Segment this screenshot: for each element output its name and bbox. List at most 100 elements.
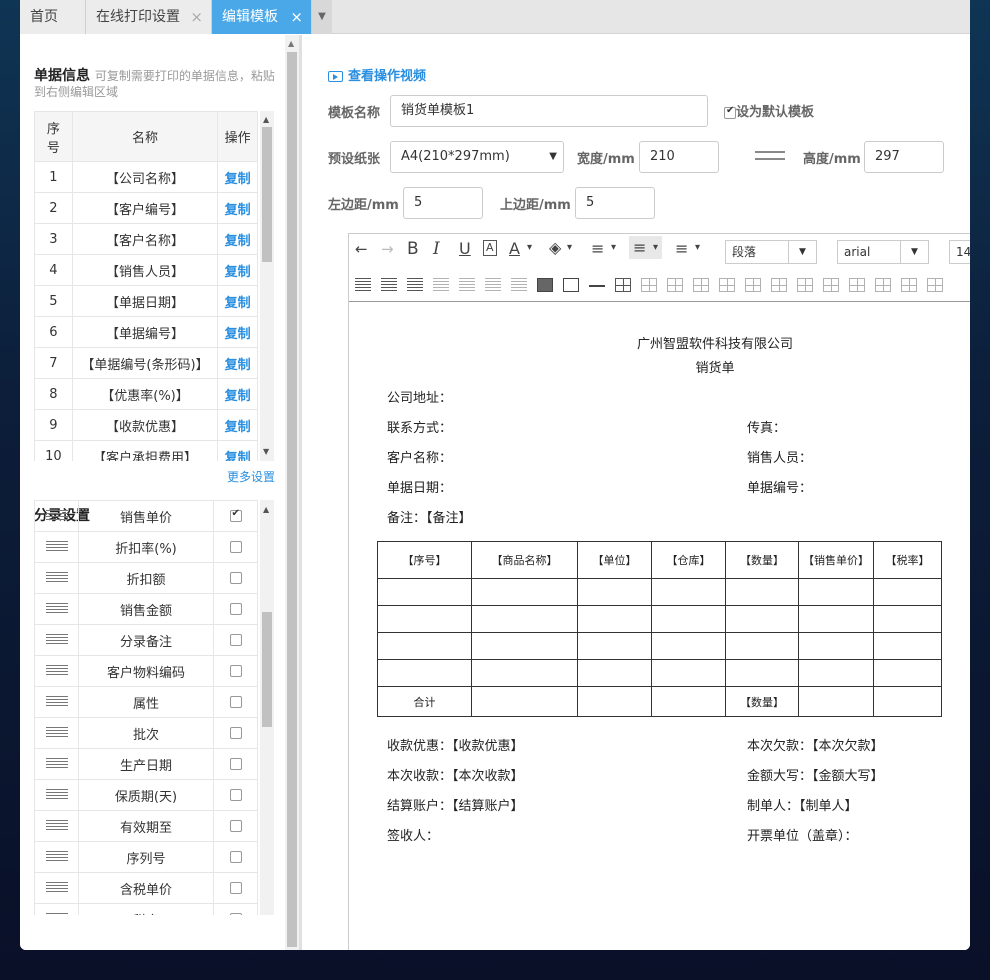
entry-table-scroll-thumb[interactable] [262, 612, 272, 727]
paper-select[interactable]: A4(210*297mm) ▼ [390, 141, 564, 173]
chevron-down-icon[interactable]: ▾ [653, 242, 658, 253]
image-none-icon[interactable] [511, 278, 527, 292]
drag-handle-icon[interactable] [45, 851, 68, 863]
drag-handle-icon[interactable] [45, 541, 68, 553]
checkbox-icon[interactable] [229, 508, 242, 522]
entry-checkbox[interactable] [213, 531, 258, 563]
tab-home[interactable]: 首页 [20, 0, 86, 34]
editor-document[interactable]: 广州智盟软件科技有限公司 销货单 公司地址： 联系方式： 传真： 客户名称： 销… [349, 303, 970, 950]
copy-button[interactable]: 复制 [217, 409, 258, 441]
drag-handle[interactable] [34, 841, 79, 873]
italic-icon[interactable]: I [433, 239, 440, 259]
drag-handle-icon[interactable] [45, 913, 68, 915]
row-spacing-icon[interactable]: ≡ [591, 239, 604, 258]
entry-checkbox[interactable] [213, 872, 258, 904]
copy-button[interactable]: 复制 [217, 254, 258, 286]
drag-handle-icon[interactable] [45, 603, 68, 615]
checkbox-icon[interactable] [229, 851, 242, 863]
view-video-link[interactable]: 查看操作视频 [328, 65, 426, 84]
checkbox-icon[interactable] [229, 696, 242, 708]
checkbox-icon[interactable] [229, 603, 242, 615]
delete-table-icon[interactable] [641, 278, 657, 292]
font-color-icon[interactable]: A [509, 239, 520, 258]
drag-handle-icon[interactable] [45, 789, 68, 801]
close-icon[interactable]: × [290, 0, 303, 34]
merge-down-icon[interactable] [849, 278, 865, 292]
split-cells-icon[interactable] [875, 278, 891, 292]
drag-handle-icon[interactable] [45, 820, 68, 832]
entry-checkbox[interactable] [213, 841, 258, 873]
tab-online-print-settings[interactable]: 在线打印设置 × [86, 0, 212, 34]
close-icon[interactable]: × [190, 0, 203, 34]
drag-handle-icon[interactable] [45, 634, 68, 646]
merge-cells-icon[interactable] [797, 278, 813, 292]
copy-button[interactable]: 复制 [217, 378, 258, 410]
align-right-icon[interactable] [381, 278, 397, 292]
boxed-text-icon[interactable]: A [483, 240, 497, 256]
drag-handle-icon[interactable] [45, 665, 68, 677]
scroll-up-icon[interactable]: ▲ [263, 115, 269, 124]
split-rows-icon[interactable] [901, 278, 917, 292]
redo-icon[interactable]: → [381, 240, 394, 258]
top-margin-input[interactable]: 5 [575, 187, 655, 219]
drag-handle[interactable] [34, 531, 79, 563]
drag-handle[interactable] [34, 500, 79, 532]
image-center-icon[interactable] [485, 278, 501, 292]
chevron-down-icon[interactable]: ▾ [567, 242, 572, 253]
drag-handle[interactable] [34, 655, 79, 687]
drag-handle[interactable] [34, 562, 79, 594]
drag-handle[interactable] [34, 686, 79, 718]
checkbox-icon[interactable] [229, 634, 242, 646]
info-table-scroll-thumb[interactable] [262, 127, 272, 262]
insert-frame-icon[interactable] [563, 278, 579, 292]
checkbox-icon[interactable] [229, 572, 242, 584]
bold-icon[interactable]: B [407, 239, 419, 259]
entry-checkbox[interactable] [213, 717, 258, 749]
entry-checkbox[interactable] [213, 779, 258, 811]
undo-icon[interactable]: ← [355, 240, 368, 258]
chevron-down-icon[interactable]: ▾ [527, 242, 532, 253]
image-left-icon[interactable] [433, 278, 449, 292]
drag-handle-icon[interactable] [45, 727, 68, 739]
entry-checkbox[interactable] [213, 624, 258, 656]
drag-handle[interactable] [34, 624, 79, 656]
horizontal-rule-icon[interactable] [589, 285, 605, 287]
height-input[interactable]: 297 [864, 141, 944, 173]
entry-checkbox[interactable] [213, 655, 258, 687]
scroll-up-icon[interactable]: ▲ [263, 505, 269, 514]
checkbox-icon[interactable] [229, 758, 242, 770]
drag-handle[interactable] [34, 903, 79, 915]
entry-checkbox[interactable] [213, 903, 258, 915]
copy-button[interactable]: 复制 [217, 285, 258, 317]
drag-handle[interactable] [34, 779, 79, 811]
checkbox-icon[interactable] [229, 665, 242, 677]
copy-button[interactable]: 复制 [217, 347, 258, 379]
delete-row-icon[interactable] [719, 278, 735, 292]
drag-handle[interactable] [34, 748, 79, 780]
drag-handle-icon[interactable] [45, 510, 68, 522]
paragraph-select[interactable]: 段落 ▼ [725, 240, 817, 264]
scroll-up-icon[interactable]: ▲ [288, 39, 294, 48]
fill-color-icon[interactable]: ◈ [549, 238, 561, 257]
drag-handle-icon[interactable] [45, 696, 68, 708]
copy-button[interactable]: 复制 [217, 192, 258, 224]
more-settings-link[interactable]: 更多设置 [227, 468, 275, 485]
entry-checkbox[interactable] [213, 500, 258, 532]
template-name-input[interactable]: 销货单模板1 [390, 95, 708, 127]
checkbox-icon[interactable] [229, 913, 242, 915]
insert-image-icon[interactable] [537, 278, 553, 292]
insert-title-icon[interactable] [667, 278, 683, 292]
copy-button[interactable]: 复制 [217, 161, 258, 193]
checkbox-icon[interactable] [724, 105, 736, 119]
chevron-down-icon[interactable]: ▾ [611, 242, 616, 253]
drag-handle-icon[interactable] [45, 572, 68, 584]
copy-button[interactable]: 复制 [217, 440, 258, 461]
checkbox-icon[interactable] [229, 820, 242, 832]
insert-row-icon[interactable] [693, 278, 709, 292]
delete-col-icon[interactable] [771, 278, 787, 292]
line-height-icon[interactable]: ≡ [675, 239, 688, 258]
entry-checkbox[interactable] [213, 562, 258, 594]
drag-handle[interactable] [34, 872, 79, 904]
font-size-select[interactable]: 14px [949, 240, 970, 264]
tab-dropdown-icon[interactable]: ▼ [312, 0, 332, 34]
